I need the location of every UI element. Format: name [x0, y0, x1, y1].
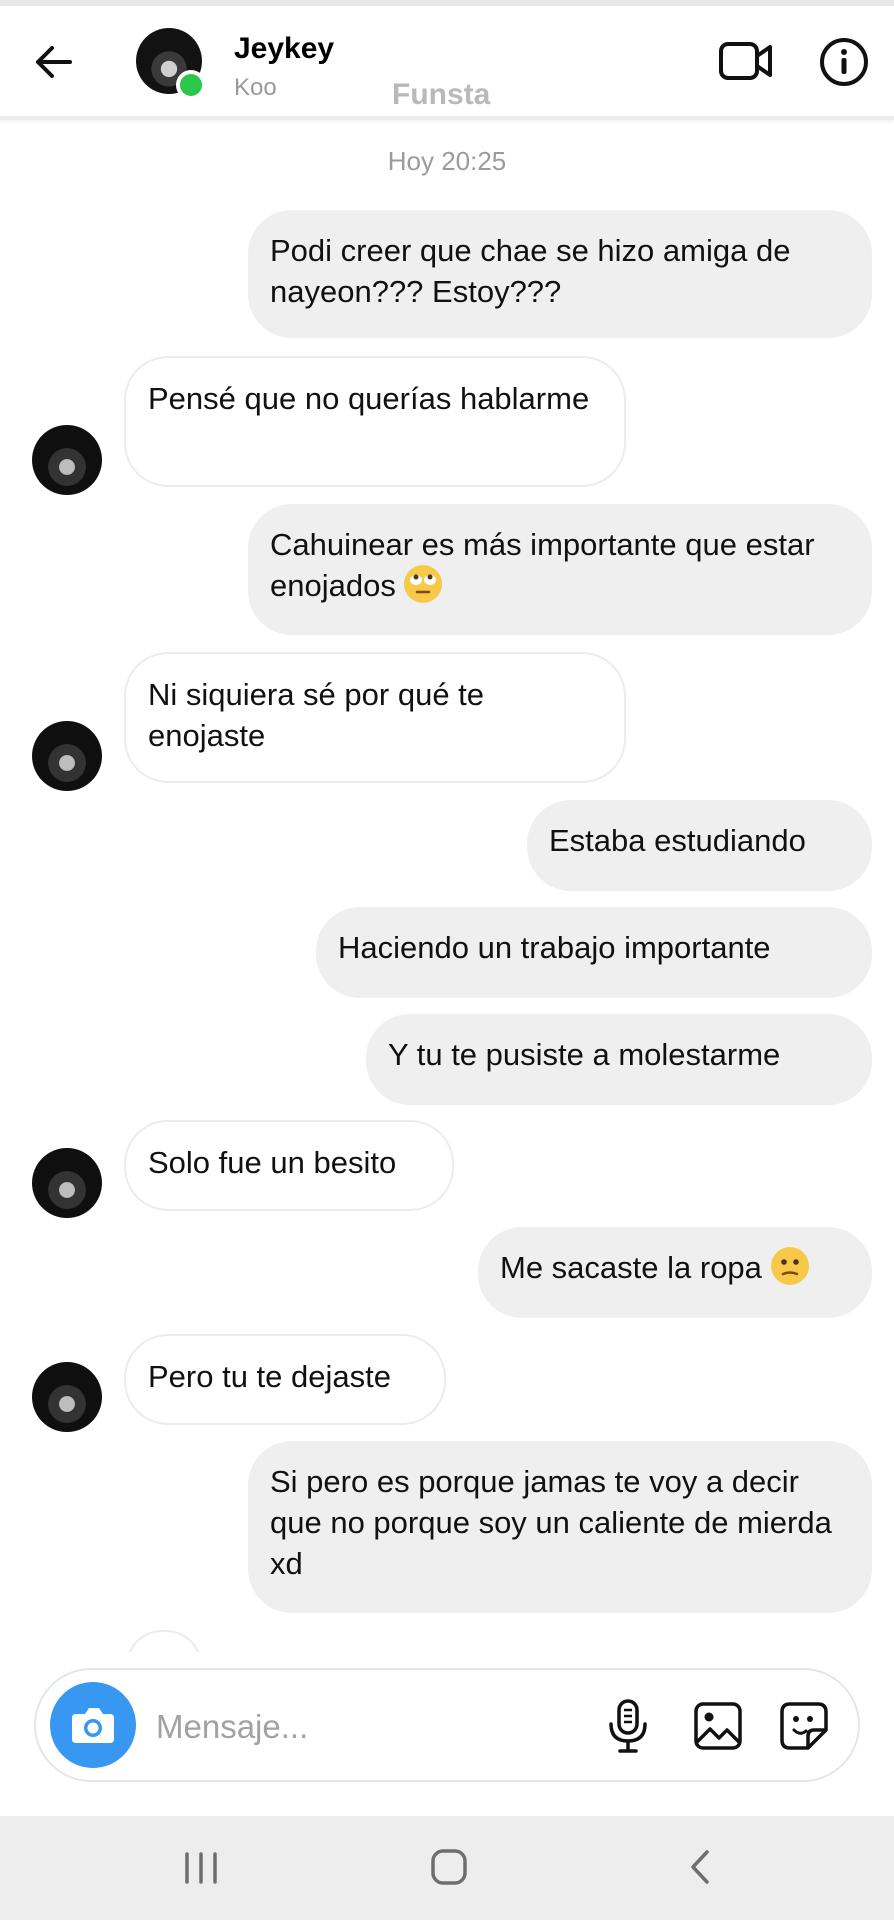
message-text: Si pero es porque jamas te voy a decir q… — [270, 1464, 832, 1581]
contact-username: Koo — [234, 74, 277, 101]
home-button[interactable] — [424, 1846, 474, 1890]
sender-avatar[interactable] — [32, 721, 102, 791]
gallery-button[interactable] — [690, 1698, 746, 1754]
contact-name[interactable]: Jeykey — [234, 32, 334, 66]
video-call-icon — [719, 42, 772, 80]
message-received[interactable]: Ni siquiera sé por qué te enojaste — [124, 652, 626, 783]
message-composer — [34, 1668, 860, 1782]
recent-apps-icon — [185, 1852, 217, 1884]
message-sent[interactable]: Podi creer que chae se hizo amiga de nay… — [248, 210, 872, 338]
info-icon — [820, 38, 868, 86]
message-text: Haciendo un trabajo importante — [338, 930, 771, 965]
system-back-button[interactable] — [676, 1846, 726, 1890]
system-navigation-bar — [0, 1816, 894, 1920]
camera-button[interactable] — [50, 1682, 136, 1768]
message-text: Solo fue un besito — [148, 1145, 397, 1180]
online-status-indicator — [176, 70, 206, 100]
conversation-timestamp: Hoy 20:25 — [387, 146, 507, 176]
info-button[interactable] — [816, 34, 872, 90]
message-received[interactable]: Pensé que no querías hablarme — [124, 356, 626, 487]
message-text: Podi creer que chae se hizo amiga de nay… — [270, 233, 791, 309]
camera-icon — [72, 1708, 114, 1743]
sender-avatar[interactable] — [32, 1362, 102, 1432]
sender-avatar[interactable] — [32, 1148, 102, 1218]
rolling-eyes-emoji-icon — [404, 565, 443, 603]
message-sent[interactable]: Y tu te pusiste a molestarme — [366, 1014, 872, 1105]
account-label: Funsta — [392, 78, 491, 111]
gallery-icon — [694, 1702, 742, 1750]
sender-avatar[interactable] — [32, 425, 102, 495]
message-text: Estaba estudiando — [549, 823, 806, 858]
sticker-icon — [780, 1702, 828, 1750]
message-sent[interactable]: Estaba estudiando — [527, 800, 872, 891]
back-button[interactable] — [28, 36, 80, 88]
back-icon — [691, 1850, 709, 1884]
message-input[interactable] — [154, 1698, 488, 1756]
message-sent[interactable]: Me sacaste la ropa — [478, 1227, 872, 1318]
message-text: Me sacaste la ropa — [500, 1250, 762, 1285]
message-text: Pensé que no querías hablarme — [148, 381, 590, 416]
home-icon — [431, 1849, 467, 1885]
back-arrow-icon — [36, 46, 72, 78]
message-text: Y tu te pusiste a molestarme — [388, 1037, 781, 1072]
voice-message-button[interactable] — [602, 1698, 654, 1754]
message-sent[interactable]: Cahuinear es más importante que estar en… — [248, 504, 872, 635]
confused-face-emoji-icon — [770, 1247, 809, 1285]
microphone-icon — [609, 1699, 647, 1753]
video-call-button[interactable] — [716, 36, 776, 88]
recent-apps-button[interactable] — [176, 1846, 226, 1890]
message-received[interactable]: Solo fue un besito — [124, 1120, 454, 1211]
message-sent[interactable]: Si pero es porque jamas te voy a decir q… — [248, 1441, 872, 1613]
message-text: Cahuinear es más importante que estar en… — [270, 527, 815, 603]
message-received[interactable]: Pero tu te dejaste — [124, 1334, 446, 1425]
message-text: Pero tu te dejaste — [148, 1359, 391, 1394]
sticker-button[interactable] — [776, 1698, 832, 1754]
message-text: Ni siquiera sé por qué te enojaste — [148, 677, 485, 753]
message-sent[interactable]: Haciendo un trabajo importante — [316, 907, 872, 998]
